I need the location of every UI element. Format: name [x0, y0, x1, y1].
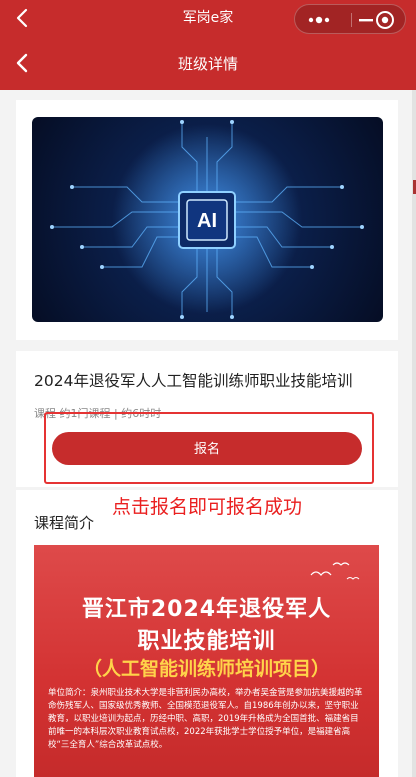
- intro-heading: 课程简介: [34, 514, 95, 532]
- ai-chip-illustration: AI: [50, 120, 364, 319]
- course-intro-card: 课程简介 晋江市2024年退役军人 职业技能培训 （人工智能训练师培训项目） 单…: [16, 490, 398, 777]
- poster-body-text: 单位简介：泉州职业技术大学是非营利民办高校，举办者吴金营是参加抗美援越的革命伤残…: [48, 688, 363, 750]
- more-icon[interactable]: [305, 5, 337, 35]
- minimize-icon[interactable]: [341, 5, 373, 35]
- poster-title-line2: 职业技能培训: [137, 629, 276, 654]
- annotation-text: 点击报名即可报名成功: [112, 496, 303, 518]
- course-banner-image: AI: [32, 117, 383, 322]
- banner-card: AI: [16, 100, 398, 340]
- poster-title-line1: 晋江市2024年退役军人: [81, 597, 332, 622]
- poster-subtitle: （人工智能训练师培训项目）: [82, 658, 330, 680]
- course-title: 2024年退役军人人工智能训练师职业技能培训: [34, 372, 353, 390]
- close-mini-program-icon[interactable]: [373, 8, 397, 32]
- course-poster: 晋江市2024年退役军人 职业技能培训 （人工智能训练师培训项目） 单位简介：泉…: [34, 545, 379, 777]
- annotation-highlight-box: [44, 412, 374, 484]
- capsule-menu: [294, 4, 406, 34]
- ai-chip-label: AI: [197, 210, 217, 232]
- page-title: 班级详情: [177, 55, 238, 73]
- page-navbar: 班级详情: [0, 36, 416, 90]
- mini-program-topbar: 军岗e家: [0, 0, 416, 36]
- birds-decoration-icon: [310, 562, 360, 580]
